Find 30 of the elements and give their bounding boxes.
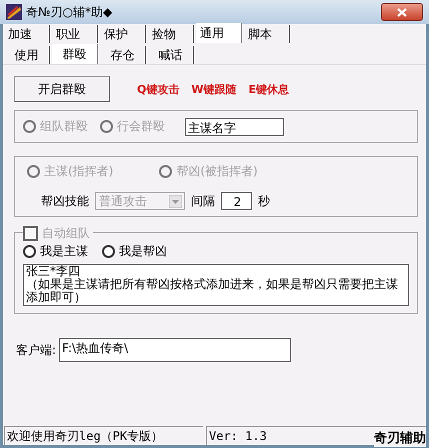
app-icon xyxy=(6,4,22,20)
radio-label: 帮凶(被指挥者) xyxy=(176,163,258,180)
dropdown-arrow-icon xyxy=(169,194,182,208)
brand-text: 奇刃辅助 xyxy=(374,429,426,447)
radio-label: 行会群殴 xyxy=(117,118,165,135)
radio-label: 组队群殴 xyxy=(40,118,88,135)
close-icon xyxy=(397,8,407,16)
client-label: 客户端: xyxy=(16,342,56,358)
tab[interactable]: 通用 xyxy=(196,23,242,43)
hotkey-label: W键跟随 xyxy=(191,82,236,96)
radio-label: 我是主谋 xyxy=(40,243,88,260)
status-text: 欢迎使用奇刃leg（PK专版） xyxy=(4,426,203,445)
members-text-area[interactable]: 张三*李四 （如果是主谋请把所有帮凶按格式添加进来，如果是帮凶只需要把主谋添加即可） xyxy=(23,264,409,306)
window-title: 奇№刃○辅*助◆ xyxy=(26,4,112,20)
skill-label: 帮凶技能 xyxy=(41,192,89,210)
unit-label: 秒 xyxy=(258,192,270,210)
checkbox-label: 自动组队 xyxy=(42,225,90,242)
radio-label: 我是帮凶 xyxy=(119,243,167,260)
close-button[interactable] xyxy=(381,3,423,21)
interval-label: 间隔 xyxy=(191,192,215,210)
interval-field[interactable]: 2 xyxy=(221,192,252,210)
hotkey-label: E键休息 xyxy=(248,82,290,96)
start-button[interactable]: 开启群殴 xyxy=(14,76,110,102)
hotkey-label: Q键攻击 xyxy=(137,82,180,96)
radio-button[interactable] xyxy=(102,245,115,258)
tab[interactable]: 群殴 xyxy=(52,44,98,64)
radio-button[interactable] xyxy=(23,245,36,258)
radio-label: 主谋(指挥者) xyxy=(44,163,114,180)
leader-name-field[interactable]: 主谋名字 xyxy=(185,118,284,136)
client-path-field[interactable]: F:\热血传奇\ xyxy=(59,338,292,362)
